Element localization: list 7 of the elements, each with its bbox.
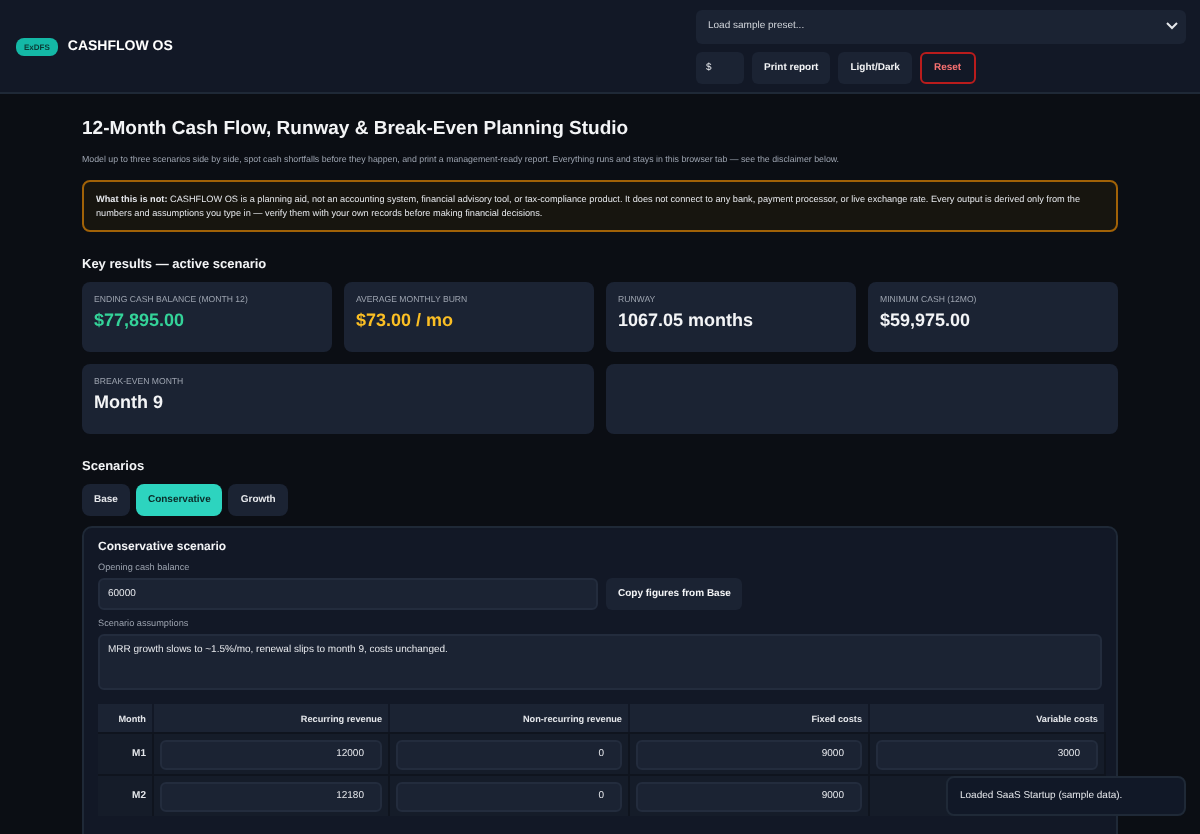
card-value: $77,895.00 xyxy=(94,310,187,331)
card-value: 1067.05 months xyxy=(618,310,756,331)
card-value: $73.00 / mo xyxy=(356,310,456,331)
page-title: 12-Month Cash Flow, Runway & Break-Even Planning Studio xyxy=(82,118,631,140)
card-value: Month 9 xyxy=(94,392,165,413)
chevron-icon xyxy=(1166,22,1178,30)
card-value: $59,975.00 xyxy=(880,310,973,331)
